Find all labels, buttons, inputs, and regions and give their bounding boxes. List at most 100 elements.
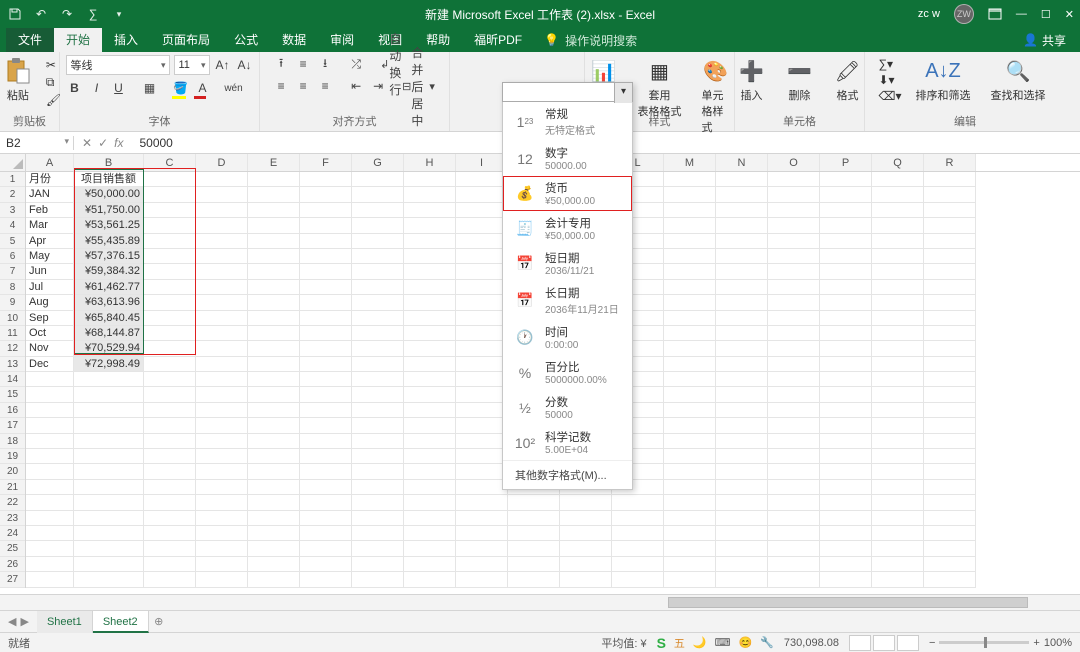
cell-E6[interactable]	[248, 249, 300, 264]
cell-M22[interactable]	[664, 495, 716, 510]
cell-O17[interactable]	[768, 418, 820, 433]
cell-O25[interactable]	[768, 541, 820, 556]
cell-D8[interactable]	[196, 280, 248, 295]
cell-G2[interactable]	[352, 187, 404, 202]
cell-R16[interactable]	[924, 403, 976, 418]
cell-D7[interactable]	[196, 264, 248, 279]
cell-N1[interactable]	[716, 172, 768, 187]
col-header-O[interactable]: O	[768, 154, 820, 171]
cut-icon[interactable]: ✂	[46, 58, 61, 72]
row-header-4[interactable]: 4	[0, 218, 25, 233]
cell-L25[interactable]	[612, 541, 664, 556]
cell-F15[interactable]	[300, 387, 352, 402]
cell-Q12[interactable]	[872, 341, 924, 356]
cell-E24[interactable]	[248, 526, 300, 541]
increase-font-icon[interactable]: A↑	[214, 56, 232, 74]
cell-B15[interactable]	[74, 387, 144, 402]
cell-C1[interactable]	[144, 172, 196, 187]
cell-M5[interactable]	[664, 234, 716, 249]
cell-N15[interactable]	[716, 387, 768, 402]
cell-M3[interactable]	[664, 203, 716, 218]
cell-Q9[interactable]	[872, 295, 924, 310]
cancel-formula-icon[interactable]: ✕	[82, 136, 92, 150]
tab-layout[interactable]: 页面布局	[150, 28, 222, 52]
cell-M6[interactable]	[664, 249, 716, 264]
cell-E3[interactable]	[248, 203, 300, 218]
cell-Q13[interactable]	[872, 357, 924, 372]
cell-J25[interactable]	[508, 541, 560, 556]
row-header-3[interactable]: 3	[0, 203, 25, 218]
cell-I14[interactable]	[456, 372, 508, 387]
cell-R19[interactable]	[924, 449, 976, 464]
cell-F1[interactable]	[300, 172, 352, 187]
cell-R4[interactable]	[924, 218, 976, 233]
cell-D1[interactable]	[196, 172, 248, 187]
maximize-icon[interactable]: ☐	[1041, 8, 1051, 21]
cell-P1[interactable]	[820, 172, 872, 187]
col-header-I[interactable]: I	[456, 154, 508, 171]
cell-F27[interactable]	[300, 572, 352, 587]
cell-E7[interactable]	[248, 264, 300, 279]
cell-E5[interactable]	[248, 234, 300, 249]
col-header-N[interactable]: N	[716, 154, 768, 171]
cell-E17[interactable]	[248, 418, 300, 433]
autosum-icon[interactable]: ∑	[84, 5, 102, 23]
cell-A4[interactable]: Mar	[26, 218, 74, 233]
cell-G11[interactable]	[352, 326, 404, 341]
cell-B9[interactable]: ¥63,613.96	[74, 295, 144, 310]
number-format-select[interactable]: ▾	[502, 82, 633, 102]
cell-P3[interactable]	[820, 203, 872, 218]
cell-C13[interactable]	[144, 357, 196, 372]
cell-B8[interactable]: ¥61,462.77	[74, 280, 144, 295]
cell-D13[interactable]	[196, 357, 248, 372]
cell-A1[interactable]: 月份	[26, 172, 74, 187]
cell-C18[interactable]	[144, 434, 196, 449]
cell-Q22[interactable]	[872, 495, 924, 510]
cell-F12[interactable]	[300, 341, 352, 356]
align-middle-icon[interactable]: ≡	[294, 55, 312, 73]
cell-Q16[interactable]	[872, 403, 924, 418]
cell-O2[interactable]	[768, 187, 820, 202]
cell-Q17[interactable]	[872, 418, 924, 433]
cell-E15[interactable]	[248, 387, 300, 402]
sort-filter-button[interactable]: A↓Z排序和筛选	[910, 55, 977, 105]
cell-Q21[interactable]	[872, 480, 924, 495]
cell-H22[interactable]	[404, 495, 456, 510]
cell-P13[interactable]	[820, 357, 872, 372]
cell-H23[interactable]	[404, 511, 456, 526]
delete-cells-button[interactable]: ➖删除	[780, 55, 820, 105]
row-header-9[interactable]: 9	[0, 295, 25, 310]
cell-R5[interactable]	[924, 234, 976, 249]
cell-P17[interactable]	[820, 418, 872, 433]
share-button[interactable]: 👤共享	[1009, 28, 1080, 52]
cell-C26[interactable]	[144, 557, 196, 572]
cell-C19[interactable]	[144, 449, 196, 464]
cell-M23[interactable]	[664, 511, 716, 526]
cell-P22[interactable]	[820, 495, 872, 510]
cell-R14[interactable]	[924, 372, 976, 387]
cell-E2[interactable]	[248, 187, 300, 202]
cell-E13[interactable]	[248, 357, 300, 372]
cell-O3[interactable]	[768, 203, 820, 218]
font-size-select[interactable]: 11	[174, 55, 210, 75]
cell-G19[interactable]	[352, 449, 404, 464]
cell-P12[interactable]	[820, 341, 872, 356]
cell-P27[interactable]	[820, 572, 872, 587]
autosum-icon-small[interactable]: ∑▾	[879, 57, 902, 71]
cell-I25[interactable]	[456, 541, 508, 556]
redo-icon[interactable]: ↷	[58, 5, 76, 23]
cell-F23[interactable]	[300, 511, 352, 526]
tab-insert[interactable]: 插入	[102, 28, 150, 52]
cell-L22[interactable]	[612, 495, 664, 510]
nf-item-general[interactable]: 123常规无特定格式	[503, 102, 632, 141]
cell-O1[interactable]	[768, 172, 820, 187]
cell-D26[interactable]	[196, 557, 248, 572]
tab-review[interactable]: 审阅	[318, 28, 366, 52]
cell-D25[interactable]	[196, 541, 248, 556]
cell-B27[interactable]	[74, 572, 144, 587]
cell-M15[interactable]	[664, 387, 716, 402]
cell-B5[interactable]: ¥55,435.89	[74, 234, 144, 249]
tab-home[interactable]: 开始	[54, 28, 102, 52]
cell-N26[interactable]	[716, 557, 768, 572]
align-top-icon[interactable]: ⭱	[272, 55, 290, 73]
